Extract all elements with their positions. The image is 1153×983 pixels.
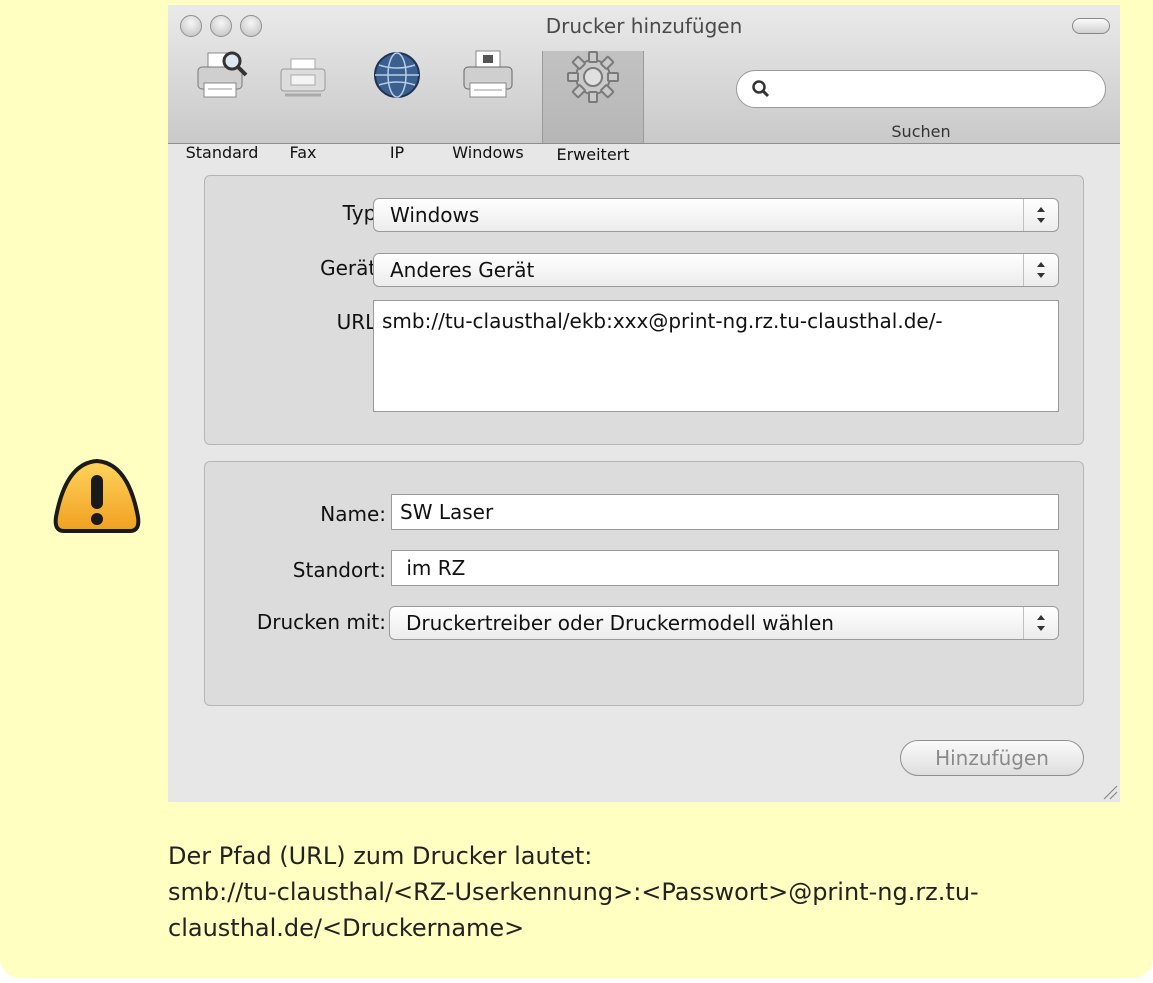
- toolbar-item-fax[interactable]: Fax: [272, 49, 334, 162]
- globe-icon: [374, 52, 420, 98]
- toolbar-label-windows: Windows: [452, 143, 524, 162]
- device-select-value: Anderes Gerät: [390, 258, 535, 282]
- instruction-line-2: smb://tu-clausthal/<RZ-Userkennung>:<Pas…: [168, 878, 979, 906]
- add-button[interactable]: Hinzufügen: [900, 740, 1084, 776]
- driver-select-value: Druckertreiber oder Druckermodell wählen: [406, 611, 834, 635]
- type-select[interactable]: Windows: [373, 198, 1059, 232]
- location-field[interactable]: im RZ: [391, 550, 1059, 586]
- instruction-line-1: Der Pfad (URL) zum Drucker lautet:: [168, 842, 593, 870]
- location-label: Standort:: [292, 558, 386, 582]
- instruction-line-3: clausthal.de/<Druckername>: [168, 914, 525, 942]
- printer-details-panel: Name: SW Laser Standort: im RZ Drucken m…: [204, 461, 1084, 706]
- toolbar-item-ip[interactable]: IP: [368, 49, 426, 162]
- instruction-text: Der Pfad (URL) zum Drucker lautet: smb:/…: [168, 838, 1128, 946]
- driver-label: Drucken mit:: [256, 610, 386, 634]
- name-label: Name:: [320, 502, 386, 526]
- toolbar-item-windows[interactable]: Windows: [440, 49, 536, 162]
- connection-panel: Typ: Windows Gerät: Anderes Gerät URL: s…: [204, 175, 1084, 445]
- driver-select[interactable]: Druckertreiber oder Druckermodell wählen: [389, 606, 1059, 640]
- printer-magnifier-icon: [197, 51, 248, 98]
- resize-grip-icon[interactable]: [1100, 782, 1118, 800]
- gear-icon: [567, 51, 619, 103]
- name-field[interactable]: SW Laser: [391, 494, 1059, 530]
- toolbar-label-ip: IP: [389, 143, 405, 162]
- select-arrows-icon: [1023, 254, 1045, 286]
- toolbar-item-erweitert[interactable]: Erweitert: [542, 51, 644, 164]
- add-printer-window: Drucker hinzufügen Standard Fax IP Windo…: [168, 5, 1120, 802]
- search-icon: [752, 80, 770, 98]
- type-select-value: Windows: [390, 203, 480, 227]
- url-field[interactable]: smb://tu-clausthal/ekb:xxx@print-ng.rz.t…: [373, 300, 1059, 412]
- toolbar-label-standard: Standard: [185, 143, 259, 162]
- select-arrows-icon: [1023, 607, 1045, 639]
- toolbar-label-fax: Fax: [289, 143, 317, 162]
- toolbar-label-erweitert: Erweitert: [556, 145, 630, 164]
- select-arrows-icon: [1023, 199, 1045, 231]
- toolbar-toggle-button[interactable]: [1072, 18, 1110, 34]
- window-titlebar: Drucker hinzufügen Standard Fax IP Windo…: [168, 5, 1120, 164]
- device-select[interactable]: Anderes Gerät: [373, 253, 1059, 287]
- search-field[interactable]: [736, 70, 1106, 108]
- warning-icon: [53, 458, 141, 533]
- windows-printer-icon: [463, 50, 513, 98]
- search-label: Suchen: [891, 122, 951, 141]
- fax-icon: [280, 58, 326, 97]
- toolbar-item-standard[interactable]: Standard: [174, 49, 270, 162]
- window-title: Drucker hinzufügen: [545, 14, 743, 38]
